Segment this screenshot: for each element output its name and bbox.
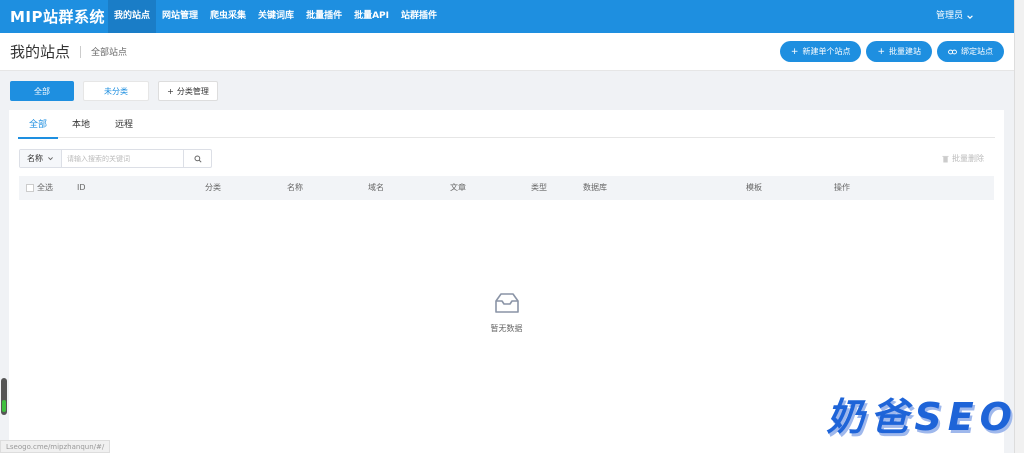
plus-icon: + — [167, 86, 174, 96]
category-all-button[interactable]: 全部 — [10, 81, 74, 101]
nav-item-my-sites[interactable]: 我的站点 — [108, 0, 157, 33]
search-button[interactable] — [183, 150, 211, 167]
header-actions: + 新建单个站点 + 批量建站 绑定站点 — [779, 41, 1004, 62]
tab-remote[interactable]: 远程 — [104, 110, 144, 138]
app-title: MIP站群系统 — [10, 8, 106, 26]
column-header: 操作 — [834, 183, 850, 192]
category-manage-label: 分类管理 — [176, 86, 209, 96]
user-name: 管理员 — [935, 11, 963, 21]
column-header: 域名 — [368, 183, 384, 192]
batch-delete-label: 批量删除 — [952, 154, 984, 163]
select-all-checkbox[interactable] — [26, 184, 34, 192]
title-divider — [80, 45, 82, 58]
column-header: 分类 — [205, 183, 221, 192]
nav-item-site-group-plugins[interactable]: 站群插件 — [395, 0, 443, 33]
empty-inbox-icon — [494, 293, 519, 313]
category-manage-button[interactable]: + 分类管理 — [158, 81, 218, 101]
nav-item-site-management[interactable]: 网站管理 — [156, 0, 204, 33]
column-header: 名称 — [287, 183, 303, 192]
tab-local[interactable]: 本地 — [61, 110, 101, 138]
plus-icon: + — [790, 46, 799, 57]
page-title: 我的站点 — [10, 43, 71, 61]
batch-create-button[interactable]: + 批量建站 — [866, 41, 932, 62]
search-field-value: 名称 — [27, 154, 43, 163]
search-group: 名称 — [19, 149, 212, 168]
bind-site-label: 绑定站点 — [961, 47, 993, 56]
select-all-label: 全选 — [37, 183, 53, 192]
category-filter-row: 全部 未分类 + 分类管理 — [10, 81, 218, 101]
empty-text: 暂无数据 — [490, 324, 523, 333]
side-scroll-indicator[interactable] — [1, 378, 7, 415]
link-icon — [948, 49, 957, 54]
search-field-select[interactable]: 名称 — [20, 150, 62, 167]
plus-icon: + — [877, 46, 885, 57]
site-tabs: 全部 本地 远程 — [18, 110, 995, 139]
column-header: 类型 — [531, 183, 547, 192]
top-navbar: MIP站群系统 我的站点 网站管理 爬虫采集 关键词库 批量插件 批量API 站… — [0, 0, 1024, 33]
column-header: 文章 — [450, 183, 466, 192]
nav-item-keyword-library[interactable]: 关键词库 — [252, 0, 300, 33]
column-header: 模板 — [746, 183, 762, 192]
chevron-down-icon — [48, 157, 53, 161]
tab-all[interactable]: 全部 — [18, 110, 59, 139]
new-site-button[interactable]: + 新建单个站点 — [779, 41, 862, 62]
status-bar-url: Lseogo.cme/mipzhanqun/#/ — [0, 440, 111, 453]
category-uncategorized-button[interactable]: 未分类 — [83, 81, 149, 101]
search-icon — [193, 154, 202, 163]
watermark-logo: 奶爸SEO — [826, 395, 1018, 439]
empty-state: 暂无数据 — [9, 292, 1004, 334]
batch-create-label: 批量建站 — [889, 47, 921, 56]
top-nav-menu: 我的站点 网站管理 爬虫采集 关键词库 批量插件 批量API 站群插件 — [108, 0, 443, 33]
bind-site-button[interactable]: 绑定站点 — [937, 41, 1004, 62]
search-input[interactable] — [62, 150, 183, 167]
trash-icon — [942, 155, 949, 162]
column-header: ID — [77, 183, 86, 192]
chevron-down-icon — [967, 14, 973, 19]
column-header: 数据库 — [583, 183, 607, 192]
batch-delete-button[interactable]: 批量删除 — [942, 153, 984, 164]
table-header: 全选 ID 分类 名称 域名 文章 类型 数据库 模板 操作 — [19, 176, 994, 200]
nav-item-crawler[interactable]: 爬虫采集 — [204, 0, 252, 33]
page-header: 我的站点 全部站点 + 新建单个站点 + 批量建站 绑定站点 — [0, 33, 1014, 71]
new-site-label: 新建单个站点 — [802, 47, 851, 56]
nav-item-batch-plugins[interactable]: 批量插件 — [300, 0, 348, 33]
user-menu[interactable]: 管理员 — [936, 0, 974, 33]
breadcrumb: 全部站点 — [91, 48, 128, 58]
nav-item-batch-api[interactable]: 批量API — [348, 0, 395, 33]
side-scroll-thumb[interactable] — [2, 400, 6, 412]
